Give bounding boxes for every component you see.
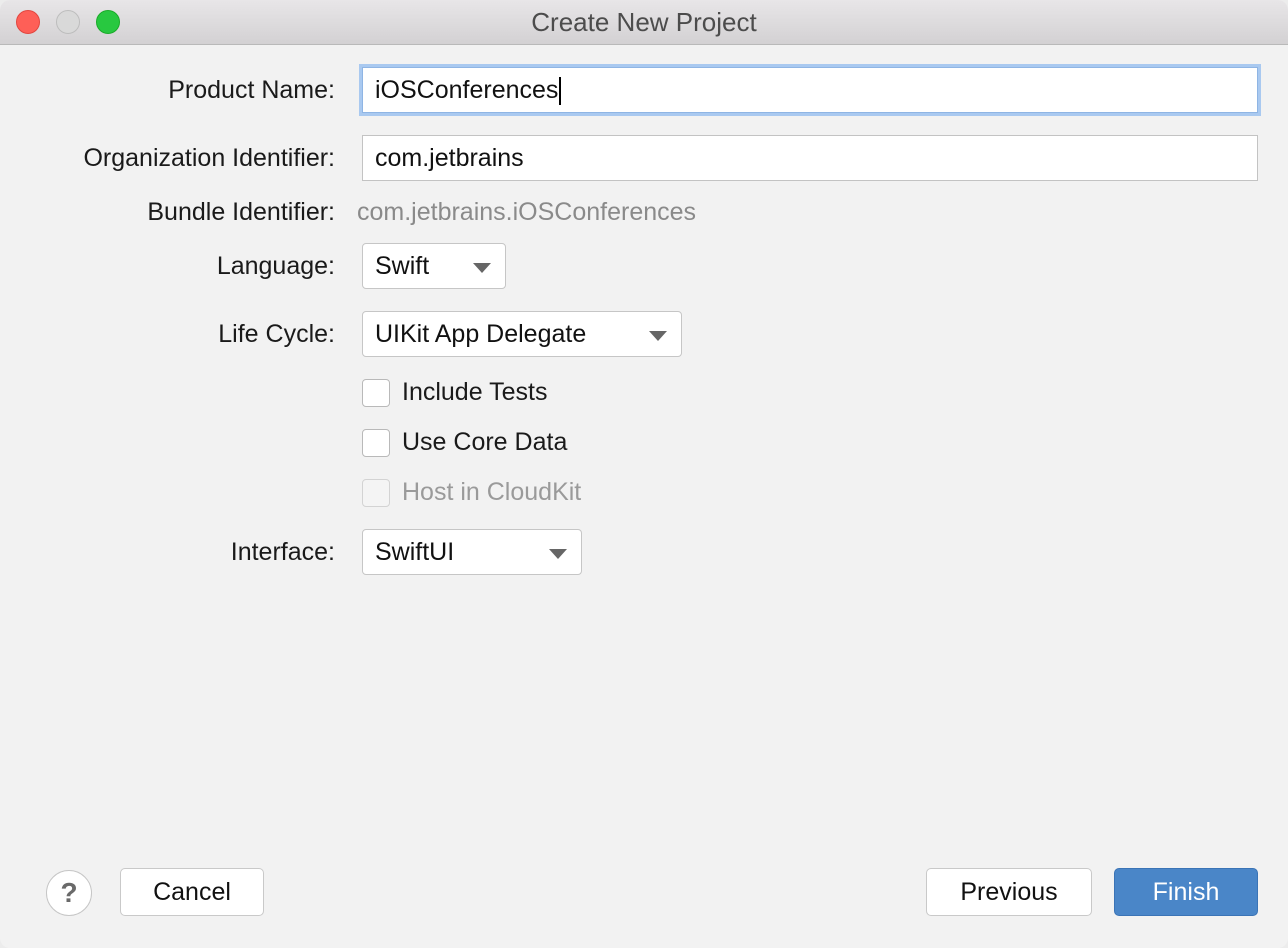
chevron-down-icon: [649, 331, 667, 341]
text-caret: [559, 77, 562, 106]
product-name-value: iOSConferences: [375, 76, 559, 104]
include-tests-checkbox[interactable]: [362, 379, 390, 407]
bundle-identifier-value: com.jetbrains.iOSConferences: [357, 198, 697, 226]
interface-selected-value: SwiftUI: [375, 538, 455, 566]
previous-button[interactable]: Previous: [926, 868, 1092, 916]
help-button[interactable]: ?: [46, 870, 92, 916]
bundle-identifier-label: Bundle Identifier:: [147, 198, 335, 226]
language-selected-value: Swift: [375, 252, 430, 280]
chevron-down-icon: [473, 263, 491, 273]
host-in-cloudkit-label: Host in CloudKit: [402, 478, 582, 506]
product-name-label: Product Name:: [168, 76, 335, 104]
interface-select[interactable]: SwiftUI: [362, 529, 582, 575]
organization-identifier-input[interactable]: com.jetbrains: [362, 135, 1258, 181]
interface-label: Interface:: [230, 538, 335, 566]
language-label: Language:: [216, 252, 335, 280]
use-core-data-label[interactable]: Use Core Data: [402, 428, 567, 457]
finish-button[interactable]: Finish: [1114, 868, 1258, 916]
life-cycle-selected-value: UIKit App Delegate: [375, 320, 587, 348]
window-title: Create New Project: [531, 7, 757, 37]
help-icon: ?: [60, 877, 78, 908]
title-bar: Create New Project: [0, 0, 1288, 45]
chevron-down-icon: [549, 549, 567, 559]
use-core-data-checkbox[interactable]: [362, 429, 390, 457]
host-in-cloudkit-checkbox: [362, 479, 390, 507]
organization-identifier-label: Organization Identifier:: [83, 144, 335, 172]
cancel-button[interactable]: Cancel: [120, 868, 264, 916]
life-cycle-label: Life Cycle:: [218, 320, 335, 348]
product-name-input[interactable]: iOSConferences: [362, 67, 1258, 113]
create-new-project-dialog: Create New Project Product Name: iOSConf…: [0, 0, 1288, 948]
include-tests-label[interactable]: Include Tests: [402, 378, 547, 407]
language-select[interactable]: Swift: [362, 243, 506, 289]
life-cycle-select[interactable]: UIKit App Delegate: [362, 311, 682, 357]
